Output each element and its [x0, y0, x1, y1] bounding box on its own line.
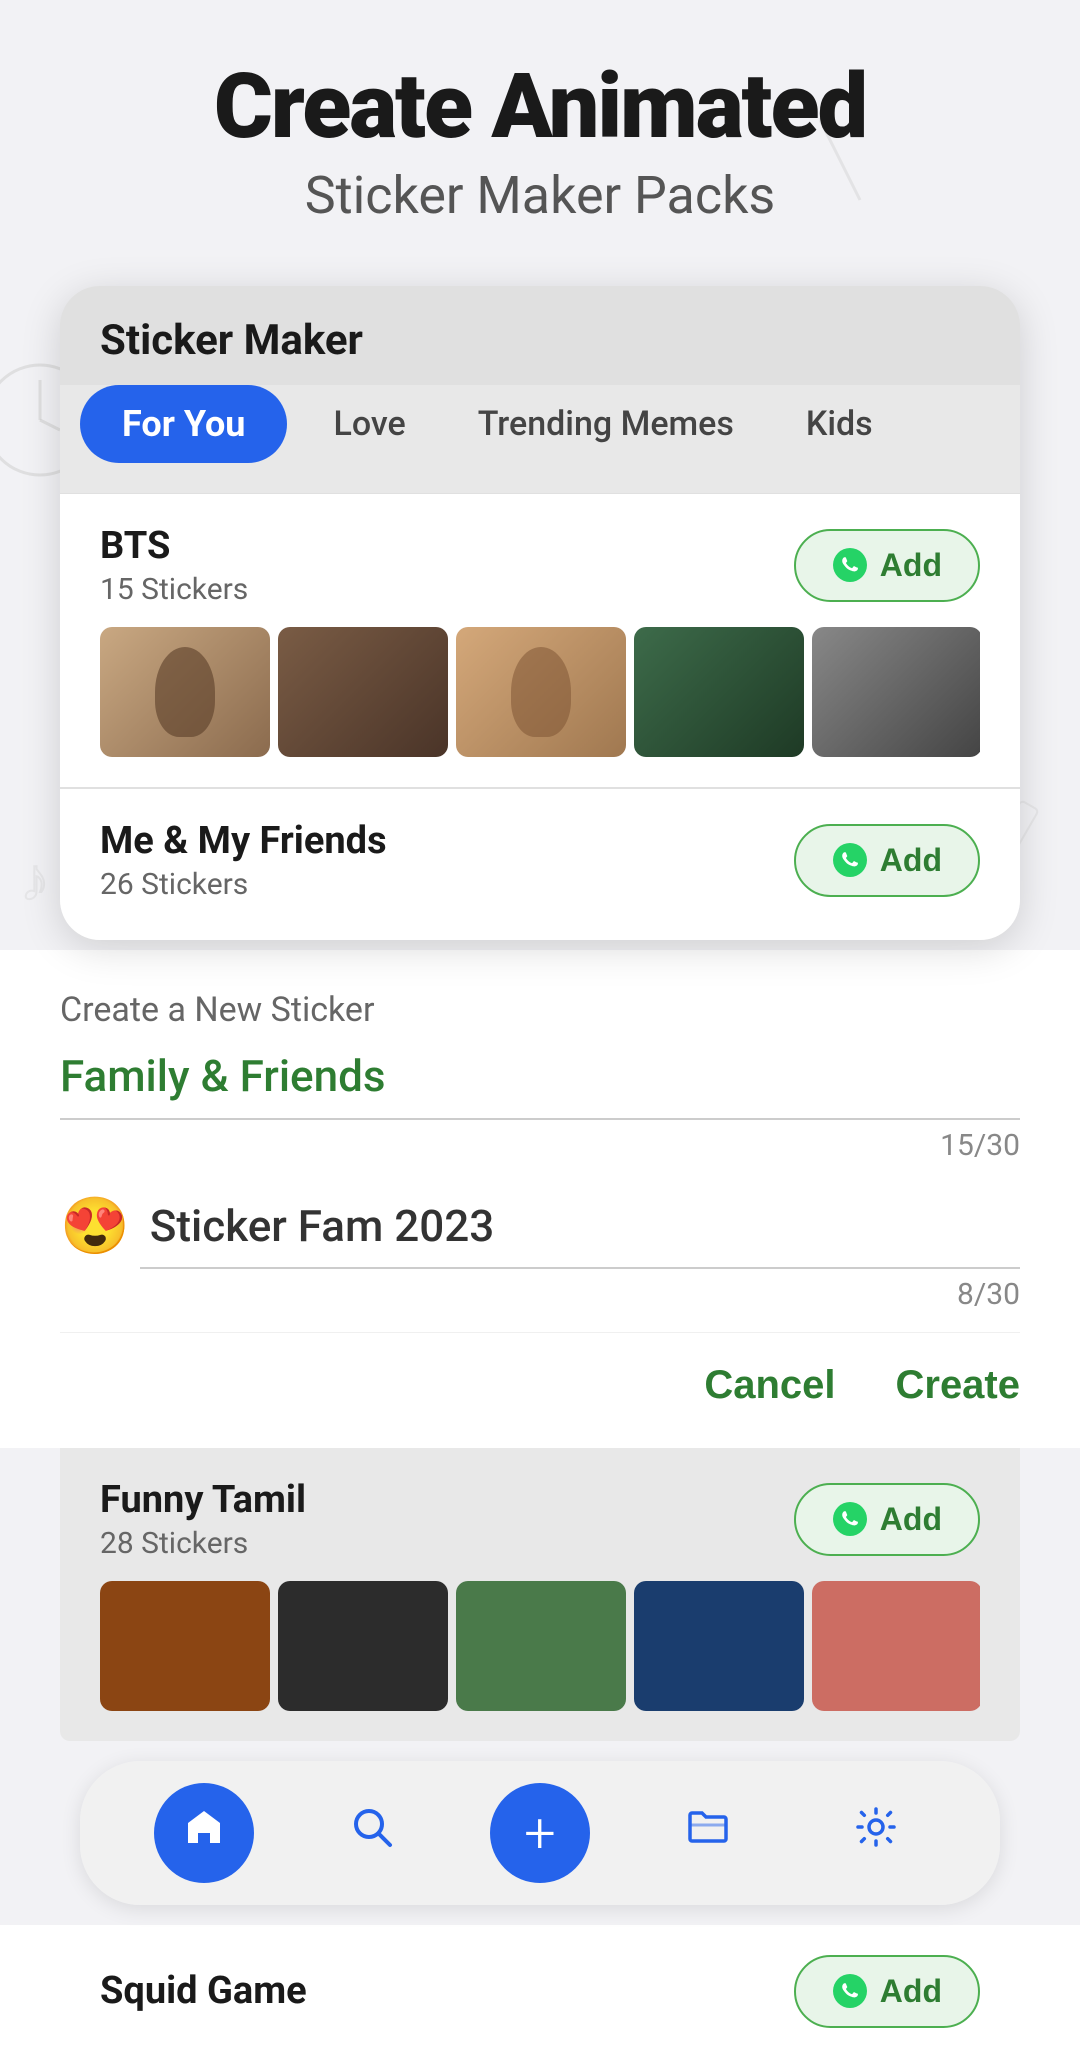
bts-sticker-1	[100, 627, 270, 757]
bts-pack-name: BTS	[100, 524, 248, 568]
bts-sticker-pack: BTS 15 Stickers Add	[60, 493, 1020, 787]
friends-pack-info: Me & My Friends 26 Stickers	[100, 819, 387, 902]
nav-collection[interactable]	[658, 1793, 758, 1873]
whatsapp-icon-4	[832, 1973, 868, 2009]
friends-add-button[interactable]: Add	[794, 824, 980, 897]
settings-icon	[852, 1803, 900, 1863]
folder-icon	[684, 1803, 732, 1863]
page-title: Create Animated	[40, 60, 1040, 155]
bts-add-label: Add	[880, 547, 942, 584]
bts-pack-header: BTS 15 Stickers Add	[100, 524, 980, 607]
funny-pack-header: Funny Tamil 28 Stickers Add	[100, 1478, 980, 1561]
bts-sticker-3	[456, 627, 626, 757]
tab-kids[interactable]: Kids	[770, 386, 909, 462]
squid-add-button[interactable]: Add	[794, 1955, 980, 2028]
funny-sticker-images	[100, 1581, 980, 1711]
nav-search[interactable]	[322, 1793, 422, 1873]
tab-for-you[interactable]: For You	[80, 385, 287, 463]
pack1-name: Family & Friends	[60, 1050, 1020, 1102]
whatsapp-icon-2	[832, 842, 868, 878]
whatsapp-icon-3	[832, 1501, 868, 1537]
phone-mock: Sticker Maker For You Love Trending Meme…	[60, 286, 1020, 940]
pack2-underline	[140, 1267, 1020, 1269]
bts-sticker-5	[812, 627, 980, 757]
create-section: Create a New Sticker Family & Friends 15…	[0, 950, 1080, 1448]
friends-pack-header: Me & My Friends 26 Stickers Add	[100, 819, 980, 902]
funny-add-button[interactable]: Add	[794, 1483, 980, 1556]
friends-pack-count: 26 Stickers	[100, 867, 387, 902]
funny-pack-info: Funny Tamil 28 Stickers	[100, 1478, 306, 1561]
bts-add-button[interactable]: Add	[794, 529, 980, 602]
friends-pack-name: Me & My Friends	[100, 819, 387, 863]
bts-pack-count: 15 Stickers	[100, 572, 248, 607]
squid-add-label: Add	[880, 1973, 942, 2010]
pack1-count: 15/30	[60, 1128, 1020, 1163]
cancel-button[interactable]: Cancel	[704, 1363, 835, 1408]
pack2-row: 😍 Sticker Fam 2023	[60, 1193, 1020, 1259]
pack1-input-area[interactable]: Family & Friends	[60, 1050, 1020, 1120]
funny-sticker-4	[634, 1581, 804, 1711]
funny-pack-name: Funny Tamil	[100, 1478, 306, 1522]
funny-tamil-pack: Funny Tamil 28 Stickers Add	[60, 1448, 1020, 1741]
search-icon	[348, 1803, 396, 1863]
home-icon	[180, 1803, 228, 1863]
funny-add-label: Add	[880, 1501, 942, 1538]
add-plus-button[interactable]: +	[490, 1783, 590, 1883]
squid-game-pack: Squid Game Add	[0, 1925, 1080, 2058]
pack2-count: 8/30	[60, 1277, 1020, 1312]
funny-sticker-3	[456, 1581, 626, 1711]
page-header: Create Animated Sticker Maker Packs	[0, 0, 1080, 256]
tab-love[interactable]: Love	[297, 386, 441, 462]
friends-sticker-pack: Me & My Friends 26 Stickers Add	[60, 788, 1020, 940]
bts-sticker-images	[100, 627, 980, 757]
funny-sticker-5	[812, 1581, 980, 1711]
squid-pack-header: Squid Game Add	[100, 1955, 980, 2028]
tab-trending-memes[interactable]: Trending Memes	[442, 386, 770, 462]
create-button[interactable]: Create	[895, 1363, 1020, 1408]
whatsapp-icon	[832, 547, 868, 583]
bts-sticker-4	[634, 627, 804, 757]
funny-sticker-2	[278, 1581, 448, 1711]
bottom-navigation: +	[80, 1761, 1000, 1905]
page-subtitle: Sticker Maker Packs	[40, 165, 1040, 226]
plus-icon: +	[524, 1805, 556, 1861]
bts-sticker-2	[278, 627, 448, 757]
nav-settings[interactable]	[826, 1793, 926, 1873]
create-actions: Cancel Create	[60, 1332, 1020, 1448]
friends-add-label: Add	[880, 842, 942, 879]
funny-pack-count: 28 Stickers	[100, 1526, 306, 1561]
create-label: Create a New Sticker	[60, 990, 1020, 1030]
app-title: Sticker Maker	[100, 316, 980, 365]
nav-home[interactable]	[154, 1783, 254, 1883]
pack2-emoji: 😍	[60, 1193, 130, 1259]
phone-card-header: Sticker Maker	[60, 286, 1020, 385]
funny-sticker-1	[100, 1581, 270, 1711]
squid-pack-name: Squid Game	[100, 1969, 307, 2013]
bts-pack-info: BTS 15 Stickers	[100, 524, 248, 607]
pack2-name: Sticker Fam 2023	[150, 1200, 495, 1252]
nav-add[interactable]: +	[490, 1793, 590, 1873]
category-tabs: For You Love Trending Memes Kids	[60, 375, 1020, 483]
